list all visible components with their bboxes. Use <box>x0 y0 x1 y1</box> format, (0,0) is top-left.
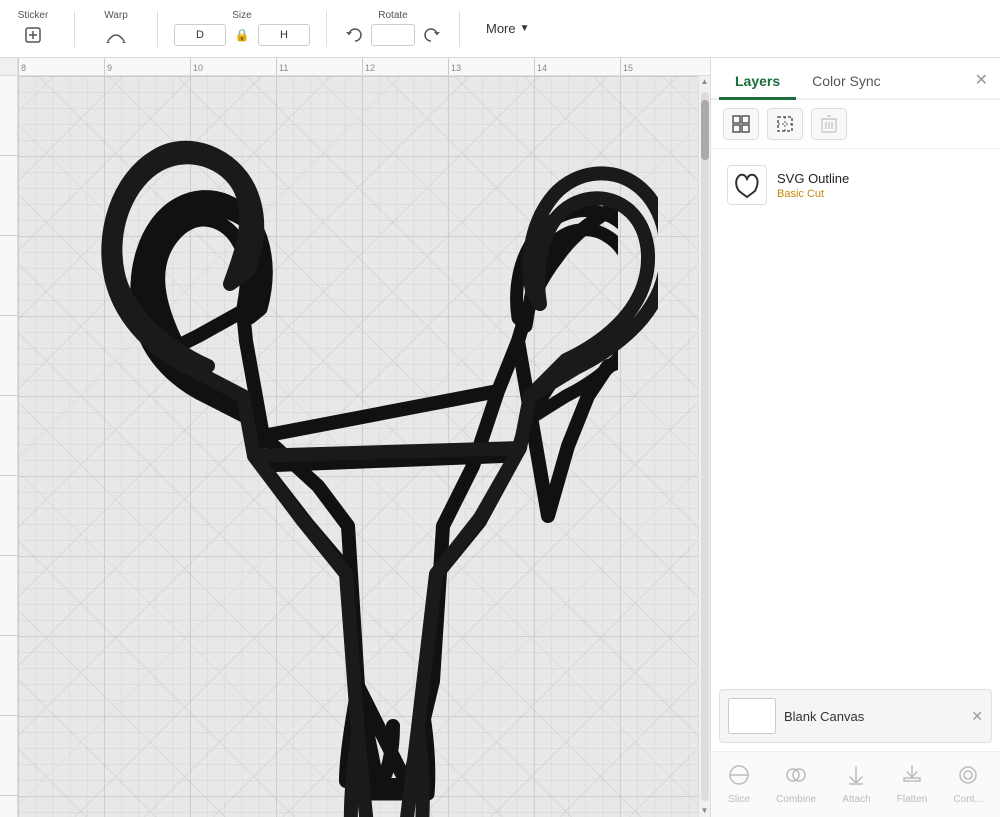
ruler-horizontal: 8 9 10 11 12 13 14 15 <box>0 58 710 76</box>
size-label: Size <box>232 10 251 21</box>
contour-tool[interactable]: Cont... <box>945 760 990 809</box>
attach-tool[interactable]: Attach <box>834 760 878 809</box>
rv-5 <box>0 396 18 476</box>
right-panel: Layers Color Sync ✕ <box>710 58 1000 817</box>
rv-7 <box>0 556 18 636</box>
lock-icon[interactable]: 🔒 <box>230 23 254 47</box>
slice-tool[interactable]: Slice <box>720 760 758 809</box>
artwork-bull[interactable] <box>78 106 658 817</box>
combine-label: Combine <box>776 794 816 805</box>
panel-tabs: Layers Color Sync ✕ <box>711 58 1000 100</box>
width-input[interactable]: D <box>174 24 226 46</box>
rotate-group: Rotate <box>343 10 443 47</box>
layer-info: SVG Outline Basic Cut <box>777 171 849 200</box>
sticker-icon[interactable] <box>21 23 45 47</box>
ruler-mark-13: 13 <box>448 58 534 75</box>
combine-icon <box>785 764 807 791</box>
rv-4 <box>0 316 18 396</box>
size-group: Size D 🔒 H <box>174 10 310 47</box>
ruler-mark-10: 10 <box>190 58 276 75</box>
blank-canvas-close[interactable]: ✕ <box>971 708 983 725</box>
size-controls: D 🔒 H <box>174 23 310 47</box>
contour-icon <box>957 764 979 791</box>
flatten-label: Flatten <box>897 794 928 805</box>
ungroup-button[interactable] <box>767 108 803 140</box>
divider-1 <box>74 11 75 47</box>
blank-canvas-area: Blank Canvas ✕ <box>719 689 992 743</box>
rv-2 <box>0 156 18 236</box>
rotate-right-icon[interactable] <box>419 23 443 47</box>
slice-icon <box>728 764 750 791</box>
ruler-mark-11: 11 <box>276 58 362 75</box>
ruler-vertical <box>0 76 18 817</box>
tab-color-sync[interactable]: Color Sync <box>796 65 896 100</box>
chevron-down-icon: ▼ <box>520 23 530 34</box>
blank-canvas-label: Blank Canvas <box>784 709 864 724</box>
ruler-mark-12: 12 <box>362 58 448 75</box>
rotate-label: Rotate <box>378 10 407 21</box>
scrollbar-thumb[interactable] <box>701 100 709 160</box>
canvas-scroll[interactable] <box>18 76 698 817</box>
warp-group: Warp <box>91 10 141 47</box>
divider-4 <box>459 11 460 47</box>
flatten-icon <box>901 764 923 791</box>
height-input[interactable]: H <box>258 24 310 46</box>
scrollbar-track[interactable] <box>701 92 709 801</box>
main-toolbar: Sticker Warp Size D 🔒 H <box>0 0 1000 58</box>
attach-label: Attach <box>842 794 870 805</box>
combine-tool[interactable]: Combine <box>768 760 824 809</box>
scroll-up-arrow[interactable]: ▲ <box>701 78 709 86</box>
grid-canvas[interactable] <box>18 76 698 817</box>
slice-label: Slice <box>728 794 750 805</box>
layer-name: SVG Outline <box>777 171 849 186</box>
scroll-down-arrow[interactable]: ▼ <box>701 807 709 815</box>
rotate-left-icon[interactable] <box>343 23 367 47</box>
main-area: 8 9 10 11 12 13 14 15 <box>0 58 1000 817</box>
rotate-controls <box>343 23 443 47</box>
divider-3 <box>326 11 327 47</box>
scrollbar-vertical[interactable]: ▲ ▼ <box>698 76 710 817</box>
ruler-mark-9: 9 <box>104 58 190 75</box>
rv-6 <box>0 476 18 556</box>
rotate-input[interactable] <box>371 24 415 46</box>
ruler-corner <box>0 58 18 76</box>
group-button[interactable] <box>723 108 759 140</box>
blank-canvas-thumbnail <box>728 698 776 734</box>
layer-item[interactable]: SVG Outline Basic Cut <box>719 157 992 213</box>
rv-9 <box>0 716 18 796</box>
layer-list: SVG Outline Basic Cut <box>711 149 1000 681</box>
ruler-mark-15: 15 <box>620 58 706 75</box>
warp-controls <box>104 23 128 47</box>
sticker-controls <box>21 23 45 47</box>
warp-icon[interactable] <box>104 23 128 47</box>
panel-bottom-toolbar: Slice Combine Attach <box>711 751 1000 817</box>
layer-thumbnail <box>727 165 767 205</box>
rv-8 <box>0 636 18 716</box>
rv-1 <box>0 76 18 156</box>
attach-icon <box>845 764 867 791</box>
ruler-mark-14: 14 <box>534 58 620 75</box>
panel-close-icon[interactable]: ✕ <box>971 62 992 98</box>
contour-label: Cont... <box>953 794 982 805</box>
panel-toolbar <box>711 100 1000 149</box>
ruler-mark-8: 8 <box>18 58 104 75</box>
canvas-area: 8 9 10 11 12 13 14 15 <box>0 58 710 817</box>
flatten-tool[interactable]: Flatten <box>889 760 936 809</box>
canvas-with-ruler: ▲ ▼ <box>0 76 710 817</box>
rv-3 <box>0 236 18 316</box>
divider-2 <box>157 11 158 47</box>
sticker-label: Sticker <box>18 10 49 21</box>
sticker-group: Sticker <box>8 10 58 47</box>
layer-type: Basic Cut <box>777 188 849 200</box>
delete-button[interactable] <box>811 108 847 140</box>
warp-label: Warp <box>104 10 128 21</box>
tab-layers[interactable]: Layers <box>719 65 796 100</box>
ruler-h-marks: 8 9 10 11 12 13 14 15 <box>18 58 706 75</box>
more-button[interactable]: More ▼ <box>476 17 540 40</box>
